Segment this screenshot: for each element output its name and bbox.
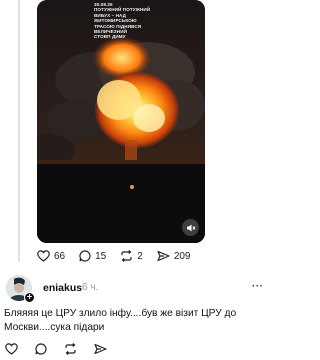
repost-icon — [121, 250, 132, 262]
volume-mute-icon — [186, 224, 195, 231]
like-count: 66 — [54, 250, 66, 262]
thread-connector-line — [18, 0, 20, 262]
share-button[interactable]: 209 — [157, 250, 191, 262]
reply-timestamp: 6 ч. — [82, 282, 99, 293]
reply-actions-bar — [5, 343, 121, 355]
reply-comment-button[interactable] — [35, 343, 47, 355]
reply-like-button[interactable] — [5, 343, 18, 355]
comment-icon — [79, 250, 91, 262]
heart-icon — [37, 250, 50, 262]
video-caption-overlay: 30.09.25 ПОТУЖНИЙ ПОТУЖНИЙ ВИБУХ – НАД Ж… — [94, 2, 174, 40]
reply-text: Бляяяя це ЦРУ злило інфу....був же візит… — [4, 308, 237, 333]
repost-count: 2 — [137, 250, 143, 262]
repost-icon — [65, 343, 76, 355]
repost-button[interactable]: 2 — [120, 250, 143, 262]
reply-repost-button[interactable] — [64, 343, 77, 355]
follow-plus-icon[interactable]: + — [24, 292, 35, 303]
caption-line: СТОВП ДИМУ — [94, 34, 126, 40]
reply-username[interactable]: eniakus — [43, 282, 82, 294]
heart-icon — [5, 343, 18, 355]
share-icon — [157, 250, 170, 262]
comment-icon — [35, 343, 47, 355]
thread-post: 30.09.25 ПОТУЖНИЙ ПОТУЖНИЙ ВИБУХ – НАД Ж… — [0, 0, 271, 360]
mute-button[interactable] — [182, 219, 199, 236]
comment-button[interactable]: 15 — [79, 250, 106, 262]
share-icon — [94, 343, 107, 355]
video-player[interactable]: 30.09.25 ПОТУЖНИЙ ПОТУЖНИЙ ВИБУХ – НАД Ж… — [37, 0, 205, 243]
share-count: 209 — [173, 250, 191, 262]
more-options-icon[interactable]: ··· — [252, 281, 264, 292]
reply-share-button[interactable] — [94, 343, 107, 355]
post-actions-bar: 66 15 2 209 — [37, 250, 205, 262]
comment-count: 15 — [95, 250, 107, 262]
like-button[interactable]: 66 — [37, 250, 65, 262]
